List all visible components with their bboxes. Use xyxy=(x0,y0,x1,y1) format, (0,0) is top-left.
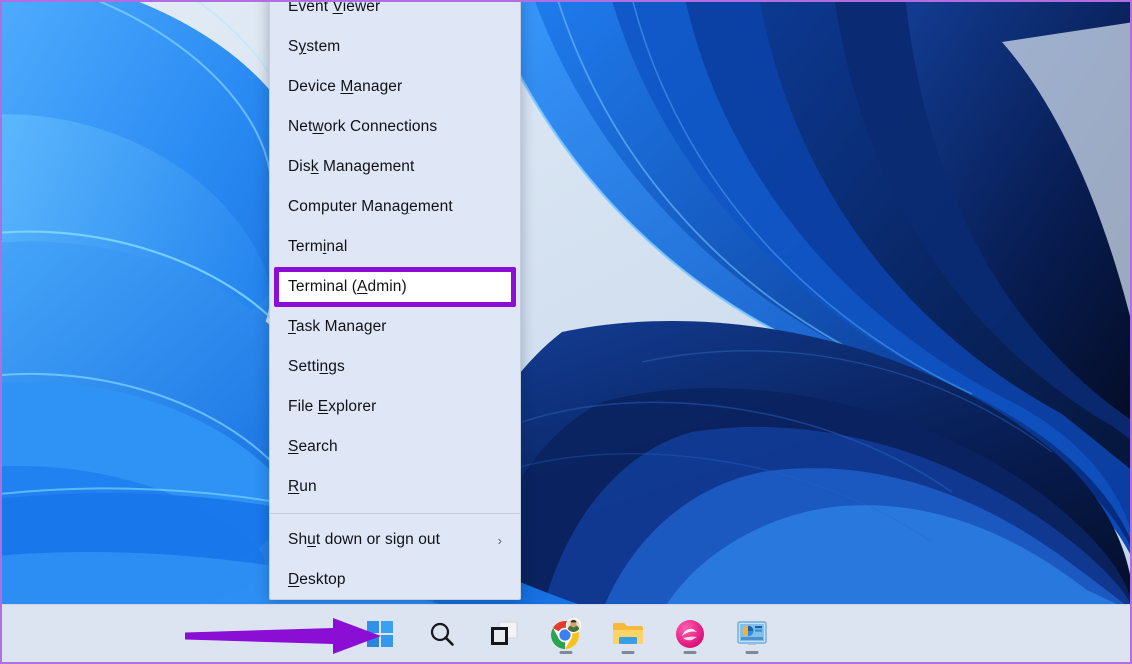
pink-app-button[interactable] xyxy=(669,613,711,655)
file-explorer-icon xyxy=(612,620,644,648)
menu-item-disk-management[interactable]: Disk Management xyxy=(270,147,520,187)
menu-item-label: System xyxy=(288,38,340,56)
task-view-icon xyxy=(490,621,518,647)
menu-item-system[interactable]: System xyxy=(270,27,520,67)
menu-item-shut-down-or-sign-out[interactable]: Shut down or sign out › xyxy=(270,520,520,560)
menu-item-label: Terminal xyxy=(288,238,347,256)
menu-item-file-explorer[interactable]: File Explorer xyxy=(270,387,520,427)
menu-item-task-manager[interactable]: Task Manager xyxy=(270,307,520,347)
power-user-menu-list: Event Viewer System Device Manager Netwo… xyxy=(270,0,520,600)
windows-start-icon xyxy=(367,621,393,647)
menu-item-search[interactable]: Search xyxy=(270,427,520,467)
menu-item-label: Shut down or sign out xyxy=(288,531,440,549)
menu-item-settings[interactable]: Settings xyxy=(270,347,520,387)
task-view-button[interactable] xyxy=(483,613,525,655)
menu-item-label: Computer Management xyxy=(288,198,453,216)
file-explorer-button[interactable] xyxy=(607,613,649,655)
running-indicator xyxy=(746,651,759,654)
power-user-menu[interactable]: Event Viewer System Device Manager Netwo… xyxy=(269,0,521,600)
menu-item-label: Search xyxy=(288,438,338,456)
menu-item-run[interactable]: Run xyxy=(270,467,520,507)
menu-item-desktop[interactable]: Desktop xyxy=(270,560,520,600)
menu-item-terminal[interactable]: Terminal xyxy=(270,227,520,267)
running-indicator xyxy=(684,651,697,654)
menu-item-event-viewer[interactable]: Event Viewer xyxy=(270,0,520,27)
search-button[interactable] xyxy=(421,613,463,655)
menu-item-device-manager[interactable]: Device Manager xyxy=(270,67,520,107)
desktop[interactable] xyxy=(2,2,1130,662)
menu-item-terminal-admin[interactable]: Terminal (Admin) xyxy=(274,267,516,307)
blue-monitor-app-button[interactable] xyxy=(731,613,773,655)
pink-app-icon xyxy=(675,619,705,649)
menu-item-label: Terminal (Admin) xyxy=(288,278,407,296)
screenshot-frame: Event Viewer System Device Manager Netwo… xyxy=(0,0,1132,664)
google-chrome-icon xyxy=(550,618,582,650)
menu-item-label: Network Connections xyxy=(288,118,437,136)
menu-item-label: Run xyxy=(288,478,317,496)
google-chrome-button[interactable] xyxy=(545,613,587,655)
taskbar[interactable] xyxy=(2,604,1130,662)
start-button[interactable] xyxy=(359,613,401,655)
menu-item-label: Event Viewer xyxy=(288,0,380,16)
chevron-right-icon: › xyxy=(498,534,506,547)
blue-monitor-app-icon xyxy=(737,620,767,648)
menu-item-label: File Explorer xyxy=(288,398,376,416)
menu-item-label: Task Manager xyxy=(288,318,387,336)
running-indicator xyxy=(560,651,573,654)
running-indicator xyxy=(622,651,635,654)
menu-item-label: Desktop xyxy=(288,571,346,589)
chrome-profile-avatar xyxy=(567,618,581,632)
menu-item-label: Settings xyxy=(288,358,345,376)
search-icon xyxy=(428,620,456,648)
menu-item-label: Disk Management xyxy=(288,158,414,176)
taskbar-center-group xyxy=(2,605,1130,662)
menu-item-label: Device Manager xyxy=(288,78,402,96)
wallpaper-image xyxy=(2,2,1130,612)
menu-item-computer-management[interactable]: Computer Management xyxy=(270,187,520,227)
menu-separator xyxy=(270,513,520,514)
menu-item-network-connections[interactable]: Network Connections xyxy=(270,107,520,147)
